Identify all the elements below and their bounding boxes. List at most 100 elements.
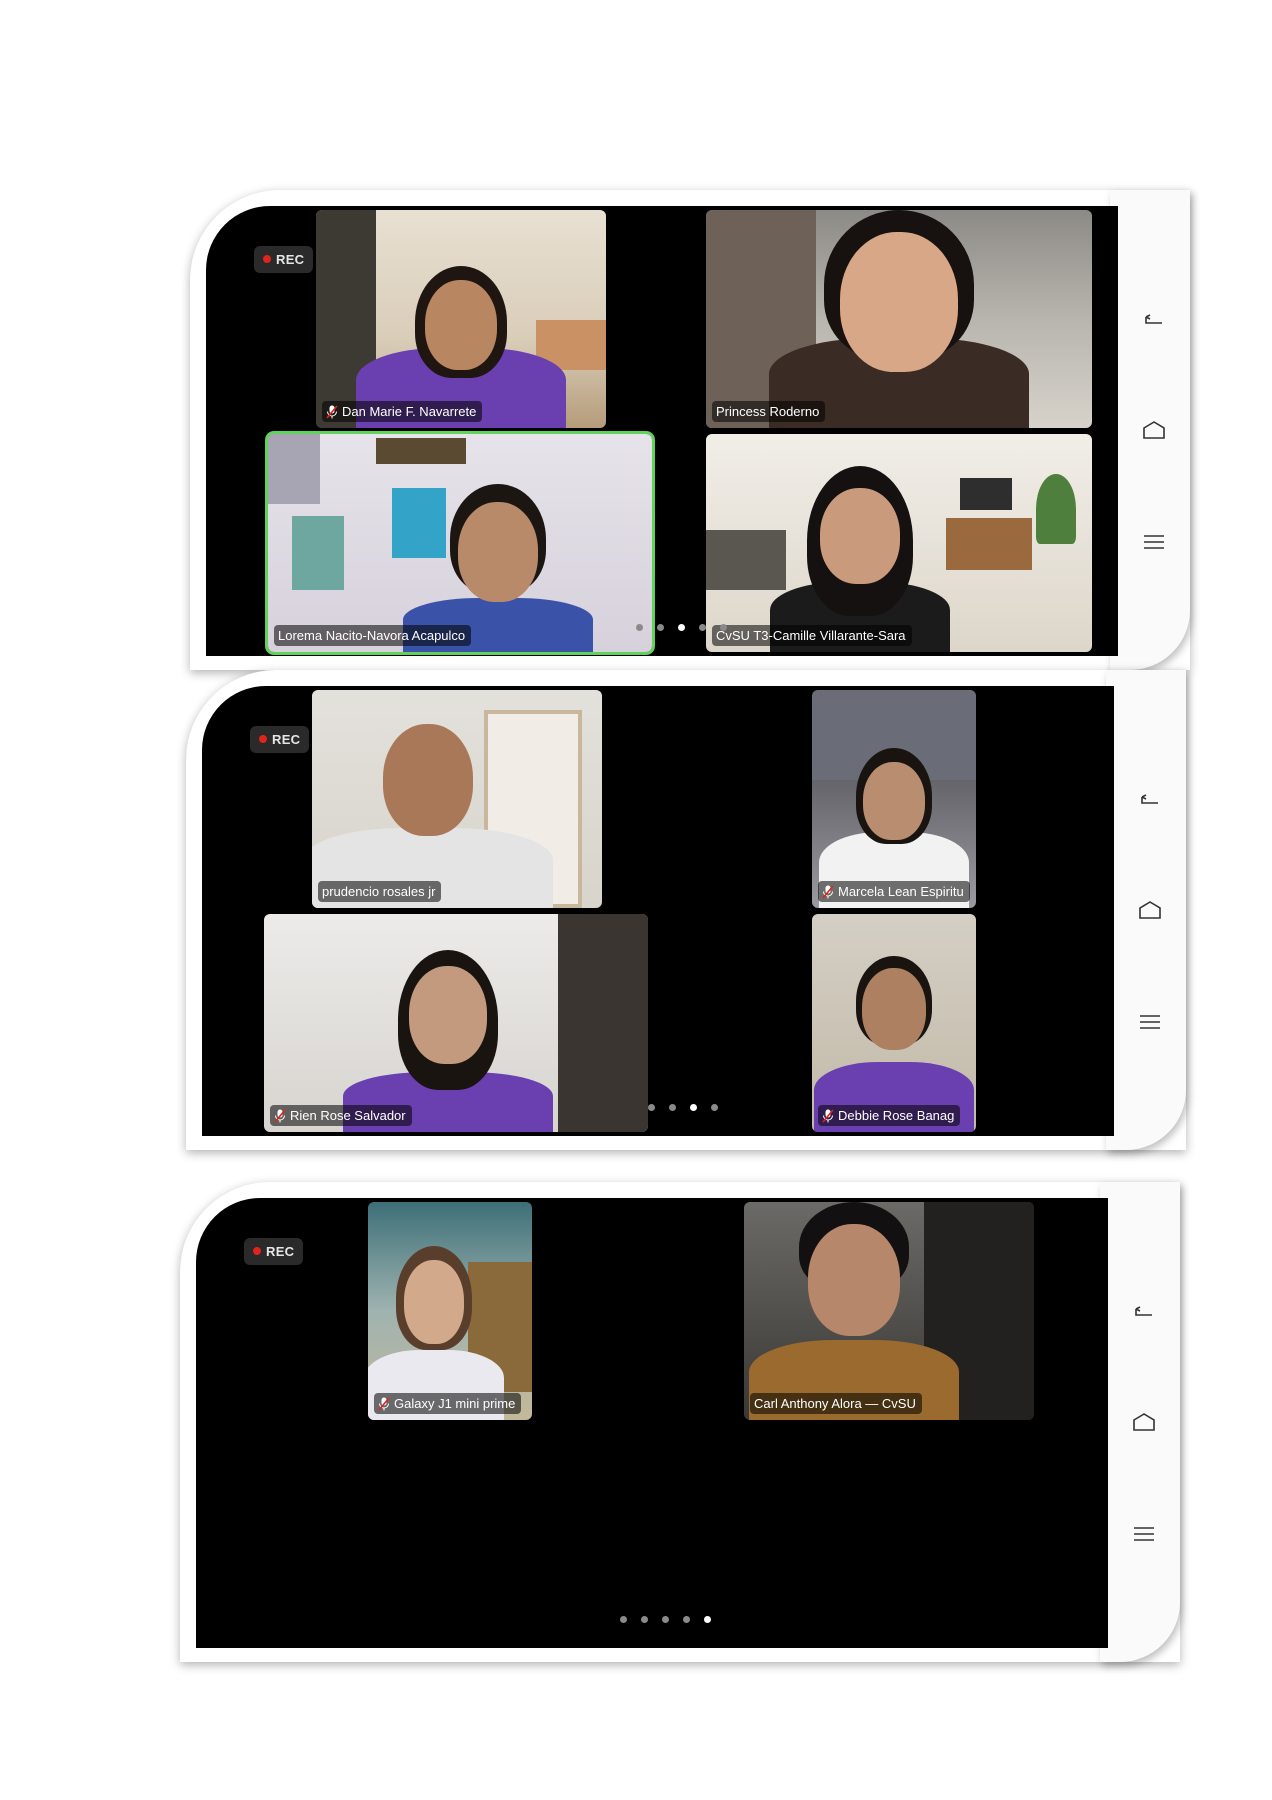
- participant-name-label: Lorema Nacito-Navora Acapulco: [274, 625, 472, 646]
- back-icon[interactable]: [1138, 792, 1162, 816]
- tv-cabinet: [946, 518, 1032, 570]
- cabinet: [558, 914, 648, 1132]
- back-icon[interactable]: [1142, 312, 1166, 336]
- page-dot[interactable]: [683, 1616, 690, 1623]
- recents-menu-icon[interactable]: [1132, 1522, 1156, 1546]
- page-dot[interactable]: [641, 1616, 648, 1623]
- screenshot-2: REC prudencio rosales jr Marcela Lean Es…: [186, 670, 1186, 1150]
- rec-badge[interactable]: REC: [244, 1238, 304, 1265]
- rec-badge[interactable]: REC: [254, 246, 314, 273]
- page-dot-current[interactable]: [704, 1616, 711, 1623]
- page-dot[interactable]: [669, 1104, 676, 1111]
- participant-video: [819, 718, 969, 908]
- rec-badge[interactable]: REC: [250, 726, 310, 753]
- participant-video: [351, 228, 571, 428]
- home-icon[interactable]: [1138, 898, 1162, 922]
- face: [840, 232, 958, 372]
- tv: [960, 478, 1012, 510]
- participant-name-label: Marcela Lean Espiritu: [818, 881, 970, 902]
- page-dot-current[interactable]: [690, 1104, 697, 1111]
- wall-frame: [376, 438, 466, 464]
- video-tile[interactable]: Rien Rose Salvador: [264, 914, 648, 1132]
- video-tile[interactable]: Carl Anthony Alora — CvSU: [744, 1202, 1034, 1420]
- video-tile[interactable]: Galaxy J1 mini prime: [368, 1202, 532, 1420]
- face: [403, 1260, 464, 1344]
- video-tile[interactable]: Dan Marie F. Navarrete: [316, 210, 606, 428]
- participant-name: prudencio rosales jr: [322, 884, 436, 899]
- recents-menu-icon[interactable]: [1142, 530, 1166, 554]
- participant-name: CvSU T3-Camille Villarante-Sara: [716, 628, 906, 643]
- screenshot-1: REC Dan Marie F. Navarrete Princess Rode…: [190, 190, 1190, 670]
- page-indicator[interactable]: [648, 1104, 718, 1111]
- participant-video: [368, 1220, 504, 1420]
- participant-name-label: Galaxy J1 mini prime: [374, 1393, 522, 1414]
- plant: [1036, 474, 1076, 544]
- mic-off-icon: [274, 1108, 286, 1123]
- page-dot[interactable]: [662, 1616, 669, 1623]
- page-dot[interactable]: [720, 624, 727, 631]
- mic-off-icon: [326, 404, 338, 419]
- participant-name: Princess Roderno: [716, 404, 820, 419]
- face: [820, 488, 901, 584]
- participant-video: [769, 210, 1029, 428]
- mic-off-icon: [378, 1396, 390, 1411]
- page-dot-current[interactable]: [678, 624, 685, 631]
- wall-poster: [268, 434, 320, 504]
- participant-name-label: Debbie Rose Banag: [818, 1105, 961, 1126]
- face: [863, 762, 925, 840]
- record-dot-icon: [259, 735, 267, 743]
- page-indicator[interactable]: [636, 624, 727, 631]
- video-tile-active-speaker[interactable]: Lorema Nacito-Navora Acapulco: [268, 434, 652, 652]
- rec-label: REC: [272, 732, 301, 747]
- participant-name-label: CvSU T3-Camille Villarante-Sara: [712, 625, 912, 646]
- face: [383, 724, 473, 836]
- recents-menu-icon[interactable]: [1138, 1010, 1162, 1034]
- participant-video: [398, 462, 598, 652]
- participant-name: Marcela Lean Espiritu: [838, 884, 964, 899]
- participant-video: [814, 932, 974, 1132]
- participant-name: Lorema Nacito-Navora Acapulco: [278, 628, 466, 643]
- meeting-screen: REC Dan Marie F. Navarrete Princess Rode…: [206, 206, 1118, 656]
- face: [458, 502, 539, 602]
- screenshot-3: REC Galaxy J1 mini prime Carl Anthony Al…: [180, 1182, 1180, 1662]
- meeting-screen: REC prudencio rosales jr Marcela Lean Es…: [202, 686, 1114, 1136]
- video-tile[interactable]: Marcela Lean Espiritu: [812, 690, 976, 908]
- rec-label: REC: [266, 1244, 295, 1259]
- page-indicator[interactable]: [620, 1616, 711, 1623]
- page-dot[interactable]: [620, 1616, 627, 1623]
- record-dot-icon: [253, 1247, 261, 1255]
- video-tile[interactable]: CvSU T3-Camille Villarante-Sara: [706, 434, 1092, 652]
- participant-name-label: Dan Marie F. Navarrete: [322, 401, 483, 422]
- rec-label: REC: [276, 252, 305, 267]
- wall-poster: [292, 516, 344, 590]
- participant-name-label: Carl Anthony Alora — CvSU: [750, 1393, 922, 1414]
- participant-video: [312, 698, 553, 908]
- video-tile[interactable]: Princess Roderno: [706, 210, 1092, 428]
- participant-name: Debbie Rose Banag: [838, 1108, 955, 1123]
- home-icon[interactable]: [1142, 418, 1166, 442]
- participant-name: Carl Anthony Alora — CvSU: [754, 1396, 916, 1411]
- home-icon[interactable]: [1132, 1410, 1156, 1434]
- page-dot[interactable]: [657, 624, 664, 631]
- participant-name: Rien Rose Salvador: [290, 1108, 406, 1123]
- participant-name: Galaxy J1 mini prime: [394, 1396, 516, 1411]
- page-dot[interactable]: [711, 1104, 718, 1111]
- participant-video: [338, 932, 558, 1132]
- participant-video: [765, 452, 955, 652]
- meeting-screen: REC Galaxy J1 mini prime Carl Anthony Al…: [196, 1198, 1108, 1648]
- back-icon[interactable]: [1132, 1304, 1156, 1328]
- face: [409, 966, 488, 1064]
- video-tile[interactable]: Debbie Rose Banag: [812, 914, 976, 1132]
- participant-name-label: Princess Roderno: [712, 401, 826, 422]
- page-dot[interactable]: [648, 1104, 655, 1111]
- video-tile[interactable]: prudencio rosales jr: [312, 690, 602, 908]
- participant-name-label: Rien Rose Salvador: [270, 1105, 412, 1126]
- face: [808, 1224, 901, 1336]
- face: [862, 968, 926, 1050]
- participant-video: [749, 1202, 960, 1420]
- mic-off-icon: [822, 884, 834, 899]
- face: [425, 280, 497, 370]
- page-dot[interactable]: [636, 624, 643, 631]
- record-dot-icon: [263, 255, 271, 263]
- page-dot[interactable]: [699, 624, 706, 631]
